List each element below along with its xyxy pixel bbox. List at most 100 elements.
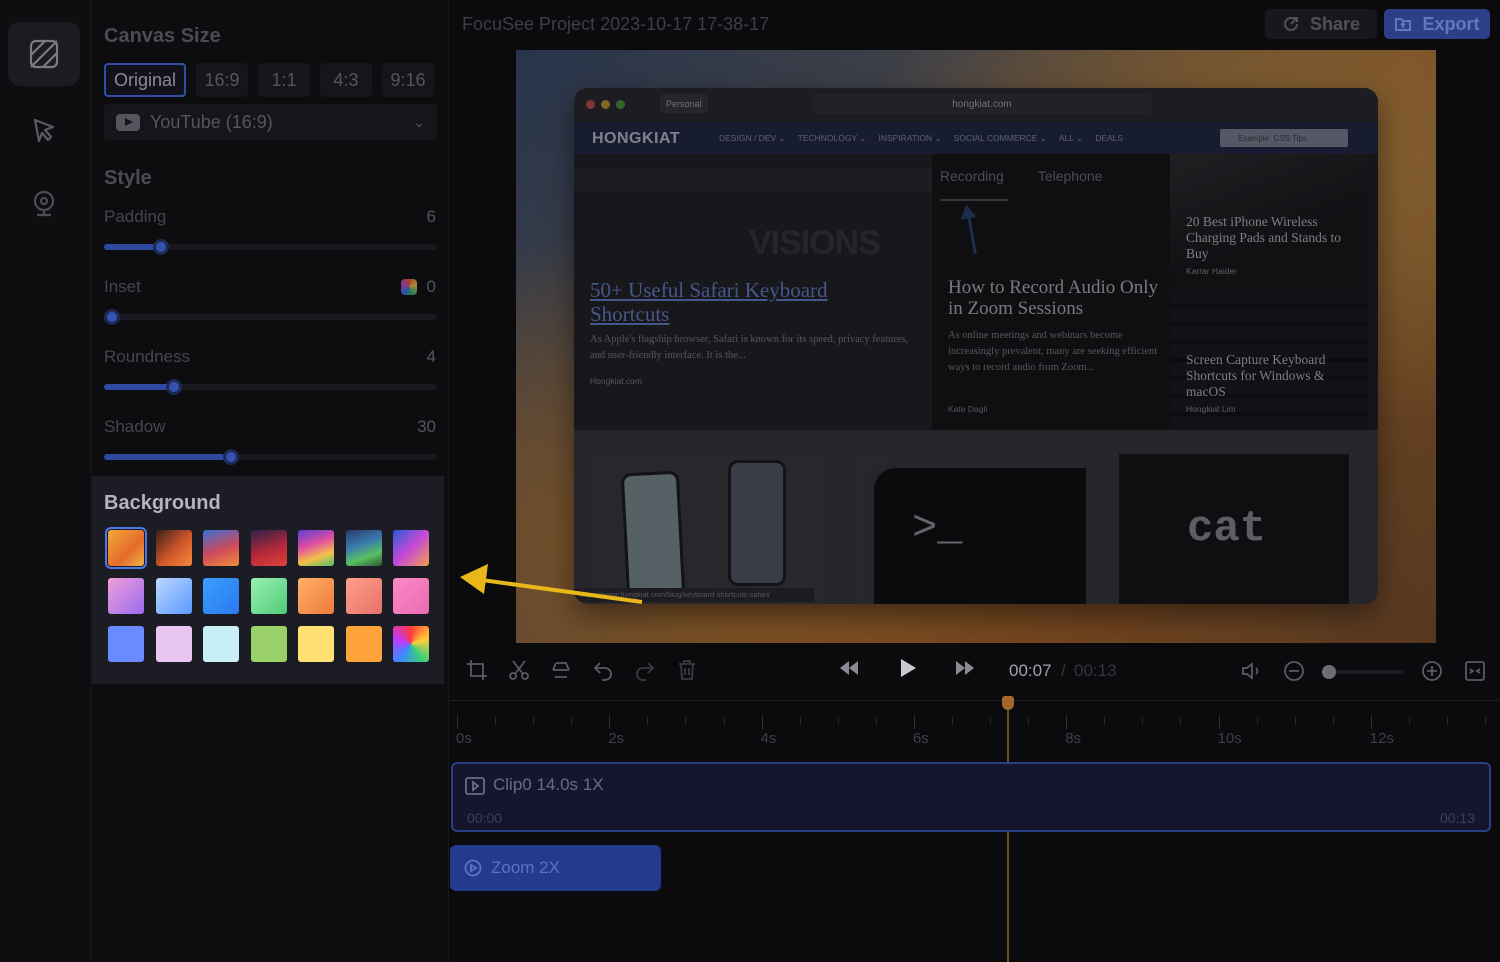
play-icon[interactable] <box>896 657 918 679</box>
ratio-9-16-button[interactable]: 9:16 <box>382 63 435 97</box>
timeline-tick <box>913 715 915 729</box>
background-tool-button[interactable] <box>8 22 80 86</box>
timeline-tick <box>1066 715 1068 729</box>
ratio-1-1-button[interactable]: 1:1 <box>258 63 311 97</box>
fast-forward-icon[interactable] <box>954 657 976 679</box>
inset-value-group: 0 <box>400 277 436 297</box>
background-swatch[interactable] <box>155 626 192 662</box>
timeline-tick-label: 2s <box>608 730 625 747</box>
background-swatch[interactable] <box>345 578 382 614</box>
roundness-slider[interactable] <box>104 379 437 395</box>
background-swatch[interactable] <box>203 530 239 566</box>
background-swatch[interactable] <box>203 578 239 614</box>
roundness-slider-handle[interactable] <box>165 379 182 395</box>
canvas-preset-select[interactable]: YouTube (16:9) ⌄ <box>104 104 437 140</box>
timeline-tick-label: 8s <box>1065 730 1082 747</box>
redo-icon[interactable] <box>634 659 656 681</box>
clip-track[interactable]: Clip0 14.0s 1X 00:00 00:13 <box>451 762 1491 832</box>
trash-icon[interactable] <box>676 659 698 681</box>
padding-slider[interactable] <box>104 239 437 255</box>
rewind-icon[interactable] <box>838 657 860 679</box>
project-title: FocuSee Project 2023-10-17 17-38-17 <box>462 14 770 34</box>
timeline-tick <box>723 717 725 725</box>
timeline-tick <box>1256 717 1258 725</box>
edit-tools <box>466 659 698 681</box>
preview-dim-overlay <box>516 50 1436 643</box>
timeline-tick <box>571 717 573 725</box>
background-swatch[interactable] <box>393 530 429 566</box>
timeline-tick <box>837 717 839 725</box>
export-button[interactable]: Export <box>1384 9 1490 39</box>
inset-value: 0 <box>426 277 436 296</box>
timeline-tick <box>1446 717 1448 725</box>
ratio-original-button[interactable]: Original <box>104 63 187 97</box>
zoom-out-icon[interactable] <box>1283 660 1305 682</box>
background-title: Background <box>104 492 221 514</box>
background-swatch[interactable] <box>393 626 429 662</box>
background-swatch[interactable] <box>298 626 334 662</box>
export-label: Export <box>1422 13 1480 34</box>
timeline-tick-label: 10s <box>1217 730 1242 747</box>
scissors-icon[interactable] <box>508 659 530 681</box>
ratio-buttons: Original 16:9 1:1 4:3 9:16 <box>104 63 435 97</box>
zoom-track-item[interactable]: Zoom 2X <box>450 845 661 891</box>
video-clip-icon <box>465 777 485 795</box>
background-swatch[interactable] <box>250 578 287 614</box>
share-button[interactable]: Share <box>1265 9 1377 39</box>
padding-slider-handle[interactable] <box>152 239 169 255</box>
fit-icon[interactable] <box>1464 660 1486 682</box>
timeline-zoom-slider[interactable] <box>1322 665 1404 679</box>
timeline-tick <box>1218 715 1220 729</box>
timeline-ruler[interactable]: 0s 2s 4s 6s 8s 10s 12s <box>450 700 1500 750</box>
roundness-label: Roundness <box>104 347 191 366</box>
timeline-tick <box>533 717 535 725</box>
timeline-tick <box>495 717 497 725</box>
ratio-4-3-button[interactable]: 4:3 <box>320 63 373 97</box>
zoom-item-label: Zoom 2X <box>491 858 560 877</box>
background-swatch[interactable] <box>345 626 382 662</box>
undo-icon[interactable] <box>592 659 614 681</box>
timeline-tick <box>1485 717 1487 725</box>
webcam-icon <box>33 190 55 217</box>
inset-color-swatch[interactable] <box>400 279 417 295</box>
background-swatch[interactable] <box>108 626 144 662</box>
clip-end-time: 00:13 <box>1439 810 1475 826</box>
inset-slider-handle[interactable] <box>104 309 120 325</box>
share-label: Share <box>1309 13 1361 34</box>
background-swatch[interactable] <box>298 530 334 566</box>
background-swatch[interactable] <box>250 626 287 662</box>
padding-value: 6 <box>426 207 436 226</box>
timeline-tick <box>1332 717 1334 725</box>
background-swatch[interactable] <box>298 578 334 614</box>
style-title: Style <box>104 167 152 189</box>
cursor-tool-button[interactable] <box>8 98 80 162</box>
background-swatch[interactable] <box>105 527 147 569</box>
background-swatch[interactable] <box>155 530 192 566</box>
timeline-tick <box>761 715 763 729</box>
webcam-tool-button[interactable] <box>8 172 80 236</box>
timeline-tick <box>1294 717 1296 725</box>
volume-icon[interactable] <box>1240 660 1262 682</box>
zoom-item-icon <box>464 859 482 877</box>
inset-slider[interactable] <box>104 309 437 325</box>
shadow-slider[interactable] <box>104 449 437 465</box>
preview-canvas[interactable]: Personal hongkiat.com HONGKIAT DESIGN / … <box>516 50 1436 643</box>
focusee-editor: Canvas Size Original 16:9 1:1 4:3 9:16 Y… <box>0 0 1500 962</box>
cursor-icon <box>33 118 55 143</box>
timeline-zoom-handle[interactable] <box>1322 665 1336 679</box>
background-swatch[interactable] <box>345 530 382 566</box>
timeline-tick <box>875 717 877 725</box>
background-swatch[interactable] <box>108 578 144 614</box>
clip-title: Clip0 14.0s 1X <box>493 775 604 794</box>
timeline-tick-label: 12s <box>1369 730 1394 747</box>
background-swatch[interactable] <box>155 578 192 614</box>
background-swatch[interactable] <box>393 578 429 614</box>
background-swatch[interactable] <box>250 530 287 566</box>
split-icon[interactable] <box>550 659 572 681</box>
background-swatch[interactable] <box>203 626 239 662</box>
ratio-16-9-button[interactable]: 16:9 <box>196 63 249 97</box>
export-icon <box>1395 18 1412 31</box>
zoom-in-icon[interactable] <box>1421 660 1443 682</box>
shadow-slider-handle[interactable] <box>222 449 239 465</box>
crop-icon[interactable] <box>466 659 488 681</box>
